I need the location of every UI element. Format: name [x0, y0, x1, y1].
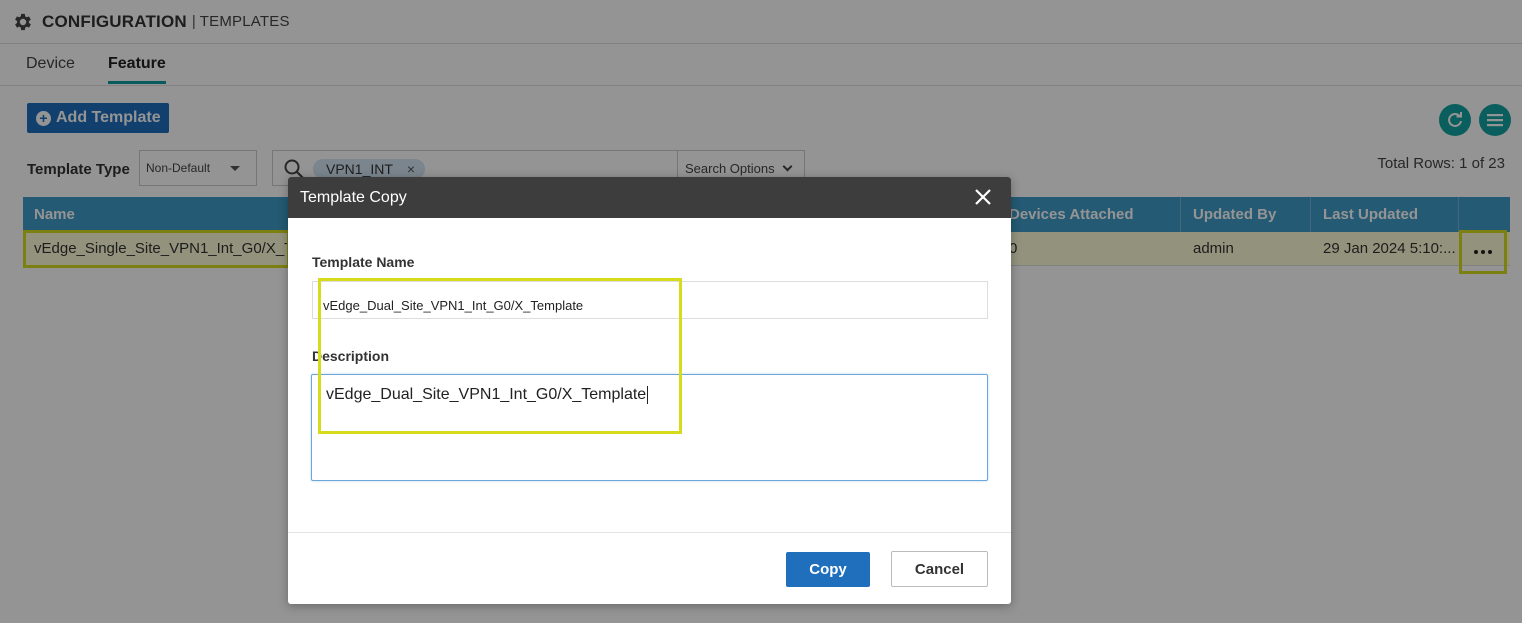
template-copy-dialog: Template Copy Template Name Description …	[288, 177, 1011, 604]
dialog-header: Template Copy	[288, 177, 1011, 218]
dialog-title: Template Copy	[300, 189, 407, 206]
cancel-button[interactable]: Cancel	[891, 551, 988, 587]
dialog-footer-divider	[288, 532, 1011, 533]
close-icon[interactable]	[973, 187, 993, 207]
copy-button[interactable]: Copy	[786, 552, 870, 587]
highlight-box-fields	[318, 278, 682, 434]
template-name-label: Template Name	[312, 254, 415, 270]
